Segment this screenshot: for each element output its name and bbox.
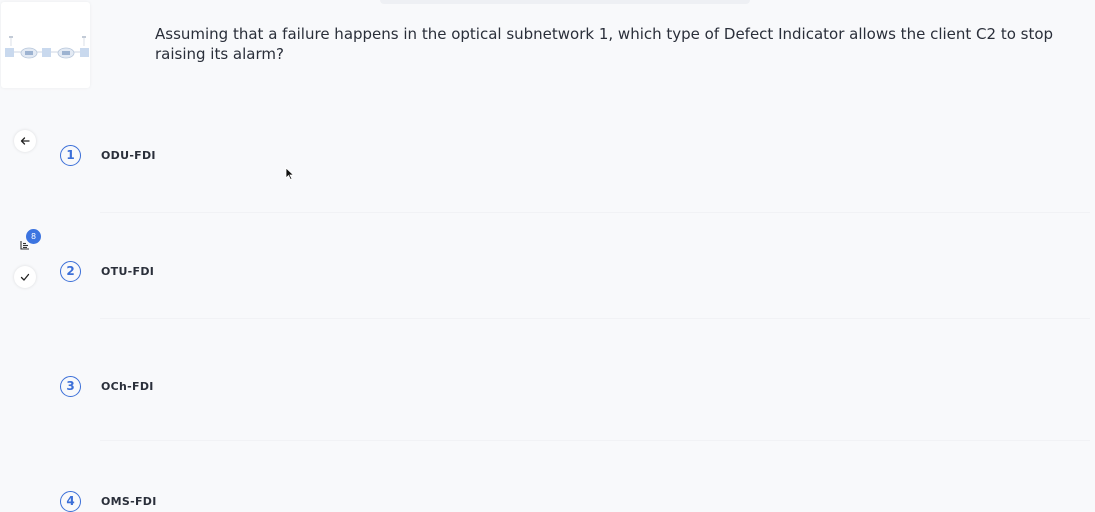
arrow-left-icon bbox=[20, 137, 30, 145]
network-diagram-icon bbox=[5, 36, 89, 59]
option-number: 3 bbox=[60, 375, 81, 397]
option-divider bbox=[100, 212, 1090, 213]
question-text: Assuming that a failure happens in the o… bbox=[155, 25, 1054, 63]
option-number: 1 bbox=[60, 144, 81, 166]
top-bar-shadow bbox=[380, 0, 750, 4]
answer-option-4[interactable]: 4 OMS-FDI bbox=[58, 486, 1058, 512]
answer-option-3[interactable]: 3 OCh-FDI bbox=[58, 371, 1058, 401]
option-label: OCh-FDI bbox=[101, 379, 154, 393]
back-button[interactable] bbox=[14, 130, 36, 152]
option-label: OTU-FDI bbox=[101, 264, 155, 278]
answer-option-2[interactable]: 2 OTU-FDI bbox=[58, 256, 1058, 286]
question-figure-thumbnail[interactable] bbox=[1, 2, 90, 88]
submit-check-button[interactable] bbox=[14, 266, 36, 288]
answer-option-1[interactable]: 1 ODU-FDI bbox=[58, 140, 1058, 170]
option-label: ODU-FDI bbox=[101, 148, 156, 162]
question-count-badge: 8 bbox=[26, 229, 41, 244]
option-label: OMS-FDI bbox=[101, 494, 157, 508]
option-number: 4 bbox=[60, 490, 81, 512]
mouse-pointer-icon bbox=[285, 167, 295, 181]
option-number: 2 bbox=[60, 260, 81, 282]
check-icon bbox=[20, 273, 30, 281]
quiz-page: Assuming that a failure happens in the o… bbox=[0, 0, 1095, 512]
option-divider bbox=[100, 440, 1090, 441]
option-divider bbox=[100, 318, 1090, 319]
